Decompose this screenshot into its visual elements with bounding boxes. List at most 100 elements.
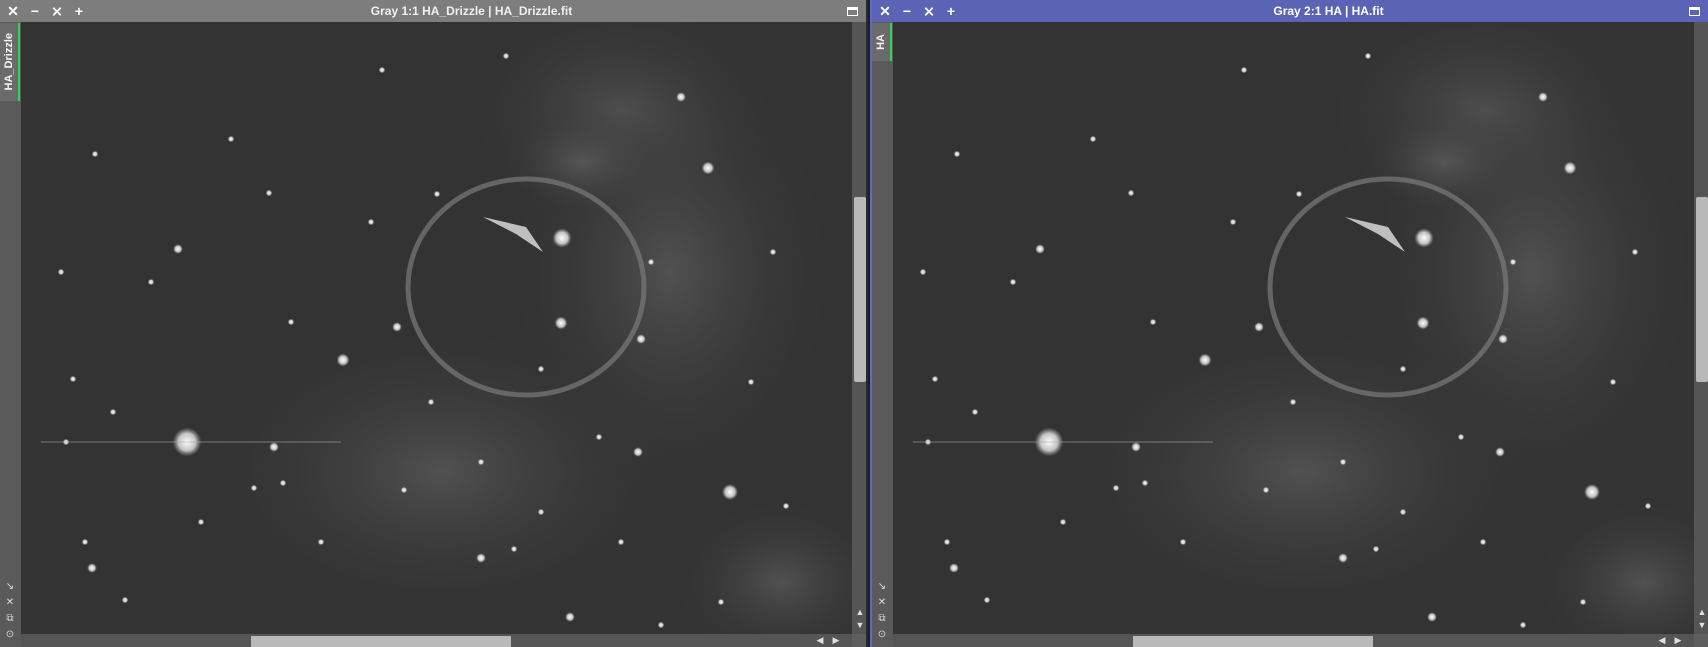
star <box>1262 486 1270 494</box>
nebula-image[interactable] <box>21 22 852 634</box>
view-tab-ha-drizzle[interactable]: HA_Drizzle <box>0 23 20 101</box>
star <box>943 538 951 546</box>
star <box>1457 433 1465 441</box>
shade-icon[interactable]: ⨯ <box>50 4 64 18</box>
star <box>279 479 287 487</box>
view-tab-ha[interactable]: HA <box>872 23 892 61</box>
clone-icon[interactable]: ⧉ <box>875 613 889 625</box>
star <box>1495 447 1505 457</box>
star <box>769 248 777 256</box>
scroll-left-icon[interactable]: ◀ <box>1656 634 1668 647</box>
star <box>1295 190 1303 198</box>
image-viewport[interactable] <box>893 22 1694 634</box>
scroll-up-icon[interactable]: ▲ <box>852 606 866 618</box>
vertical-scrollbar[interactable]: ▲ ▼ <box>852 22 866 634</box>
star <box>1059 518 1067 526</box>
target-icon[interactable]: ⊙ <box>875 629 889 641</box>
horizontal-scroll-thumb[interactable] <box>1133 636 1373 647</box>
target-icon[interactable]: ⊙ <box>3 629 17 641</box>
star <box>69 375 77 383</box>
star <box>1229 218 1237 226</box>
star <box>953 150 961 158</box>
zoom-in-icon[interactable]: + <box>72 4 86 18</box>
star <box>636 334 646 344</box>
star <box>336 353 350 367</box>
star <box>747 378 755 386</box>
vertical-scrollbar[interactable]: ▲ ▼ <box>1694 22 1708 634</box>
star <box>477 458 485 466</box>
image-window-ha[interactable]: ✕ − ⨯ + Gray 2:1 HA | HA.fit HA ↘ ✕ ⧉ ⊙ … <box>870 0 1708 647</box>
horizontal-scrollbar[interactable]: ◀ ▶ <box>893 634 1694 647</box>
scroll-left-icon[interactable]: ◀ <box>814 634 826 647</box>
arrow-icon[interactable]: ↘ <box>3 581 17 593</box>
star <box>1009 278 1017 286</box>
clone-icon[interactable]: ⧉ <box>3 613 17 625</box>
star <box>537 365 545 373</box>
image-viewport[interactable] <box>21 22 852 634</box>
crosshair-icon[interactable]: ✕ <box>3 597 17 609</box>
crosshair-icon[interactable]: ✕ <box>875 597 889 609</box>
scroll-down-icon[interactable]: ▼ <box>1694 619 1708 631</box>
maximize-icon[interactable] <box>1689 6 1700 16</box>
image-window-ha-drizzle[interactable]: ✕ − ⨯ + Gray 1:1 HA_Drizzle | HA_Drizzle… <box>0 0 868 647</box>
star <box>1427 612 1437 622</box>
star <box>1538 92 1548 102</box>
close-icon[interactable]: ✕ <box>878 4 892 18</box>
arrow-icon[interactable]: ↘ <box>875 581 889 593</box>
star <box>1399 508 1407 516</box>
star <box>1149 318 1157 326</box>
star <box>971 408 979 416</box>
view-tab-bar: HA ↘ ✕ ⧉ ⊙ <box>872 22 893 647</box>
title-bar[interactable]: ✕ − ⨯ + Gray 2:1 HA | HA.fit <box>872 0 1708 22</box>
star <box>147 278 155 286</box>
horizontal-scroll-thumb[interactable] <box>251 636 511 647</box>
zoom-in-icon[interactable]: + <box>944 4 958 18</box>
star <box>367 218 375 226</box>
star <box>595 433 603 441</box>
star <box>552 228 572 248</box>
star <box>1089 135 1097 143</box>
minimize-icon[interactable]: − <box>28 4 42 18</box>
star <box>269 442 279 452</box>
maximize-icon[interactable] <box>847 6 858 16</box>
star <box>392 322 402 332</box>
star <box>565 612 575 622</box>
star <box>701 161 715 175</box>
close-icon[interactable]: ✕ <box>6 4 20 18</box>
view-tab-bar: HA_Drizzle ↘ ✕ ⧉ ⊙ <box>0 22 21 647</box>
star <box>87 563 97 573</box>
star <box>1498 334 1508 344</box>
star <box>1141 479 1149 487</box>
shade-icon[interactable]: ⨯ <box>922 4 936 18</box>
star <box>1112 484 1120 492</box>
vertical-scroll-thumb[interactable] <box>854 197 866 382</box>
star <box>91 150 99 158</box>
star <box>1414 228 1434 248</box>
star <box>1338 553 1348 563</box>
star <box>1509 258 1517 266</box>
star <box>1240 66 1248 74</box>
scroll-down-icon[interactable]: ▼ <box>852 619 866 631</box>
star <box>227 135 235 143</box>
title-bar[interactable]: ✕ − ⨯ + Gray 1:1 HA_Drizzle | HA_Drizzle… <box>0 0 866 22</box>
star <box>1519 621 1527 629</box>
scroll-up-icon[interactable]: ▲ <box>1694 606 1708 618</box>
star <box>1399 365 1407 373</box>
star <box>919 268 927 276</box>
minimize-icon[interactable]: − <box>900 4 914 18</box>
star <box>121 596 129 604</box>
star <box>931 375 939 383</box>
nebula-image[interactable] <box>893 22 1694 634</box>
star <box>1609 378 1617 386</box>
view-tab-label: HA <box>875 34 887 50</box>
star <box>109 408 117 416</box>
vertical-scroll-thumb[interactable] <box>1696 197 1708 382</box>
star <box>633 447 643 457</box>
scroll-right-icon[interactable]: ▶ <box>830 634 842 647</box>
star <box>502 52 510 60</box>
scroll-right-icon[interactable]: ▶ <box>1672 634 1684 647</box>
horizontal-scrollbar[interactable]: ◀ ▶ <box>21 634 852 647</box>
star <box>317 538 325 546</box>
nebula-cloud <box>491 102 671 222</box>
star <box>378 66 386 74</box>
